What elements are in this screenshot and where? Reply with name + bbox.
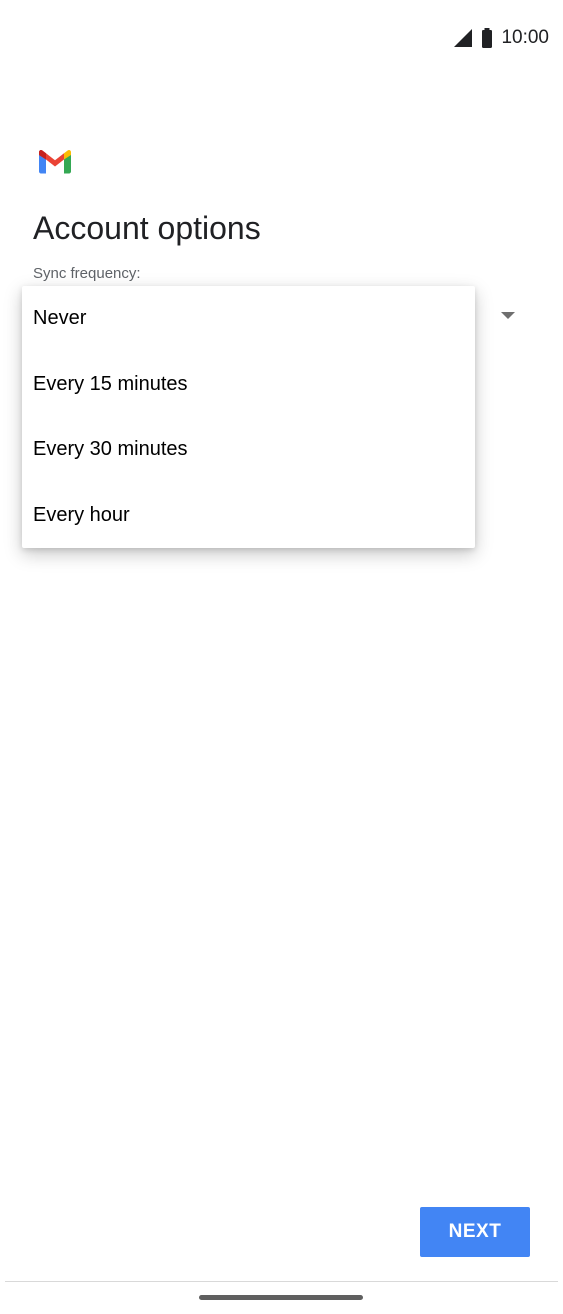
- option-every-30-minutes[interactable]: Every 30 minutes: [22, 417, 475, 483]
- sync-frequency-dropdown: Never Every 15 minutes Every 30 minutes …: [22, 286, 475, 548]
- status-time: 10:00: [501, 27, 549, 48]
- signal-icon: [453, 28, 473, 48]
- battery-icon: [481, 28, 493, 48]
- page-title: Account options: [33, 210, 261, 246]
- next-button[interactable]: NEXT: [420, 1207, 530, 1257]
- dropdown-arrow-icon[interactable]: [501, 312, 515, 319]
- option-every-15-minutes[interactable]: Every 15 minutes: [22, 352, 475, 418]
- home-gesture-handle[interactable]: [199, 1295, 363, 1300]
- nav-divider: [5, 1281, 558, 1282]
- status-bar: 10:00: [453, 24, 549, 52]
- gmail-logo-icon: [39, 149, 71, 174]
- option-every-hour[interactable]: Every hour: [22, 483, 475, 549]
- option-never[interactable]: Never: [22, 286, 475, 352]
- sync-frequency-label: Sync frequency:: [33, 265, 141, 282]
